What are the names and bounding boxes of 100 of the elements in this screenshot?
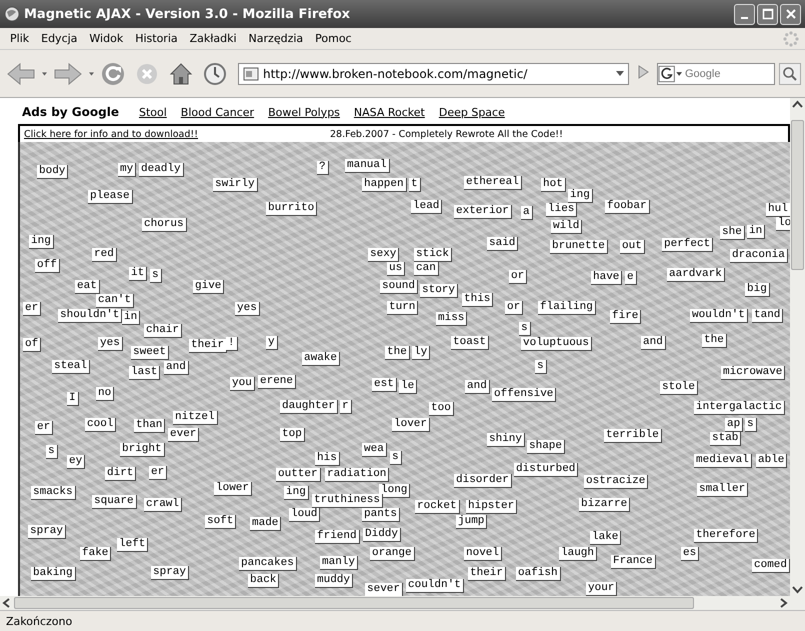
address-field[interactable]: http://www.broken-notebook.com/magnetic/ xyxy=(238,62,629,84)
word-magnet[interactable]: can't xyxy=(96,294,134,308)
word-magnet[interactable]: square xyxy=(92,495,137,509)
word-magnet[interactable]: and xyxy=(164,361,189,375)
word-magnet[interactable]: their xyxy=(468,567,506,581)
word-magnet[interactable]: ey xyxy=(67,455,86,469)
word-magnet[interactable]: ! xyxy=(226,337,238,351)
word-magnet[interactable]: terrible xyxy=(604,429,662,443)
word-magnet[interactable]: France xyxy=(611,555,656,569)
word-magnet[interactable]: the xyxy=(385,346,410,360)
word-magnet[interactable]: or xyxy=(509,270,528,284)
word-magnet[interactable]: top xyxy=(280,428,305,442)
word-magnet[interactable]: stab xyxy=(710,432,742,446)
word-magnet[interactable]: back xyxy=(248,574,280,588)
word-magnet[interactable]: intergalactic xyxy=(694,401,785,415)
word-magnet[interactable]: lies xyxy=(546,203,578,217)
word-magnet[interactable]: s xyxy=(745,418,757,432)
word-magnet[interactable]: hipster xyxy=(466,500,518,514)
word-magnet[interactable]: ever xyxy=(168,428,200,442)
word-magnet[interactable]: bizarre xyxy=(579,498,630,512)
word-magnet[interactable]: and xyxy=(465,380,490,394)
word-magnet[interactable]: baking xyxy=(31,567,76,581)
word-magnet[interactable]: s xyxy=(519,322,531,336)
word-magnet[interactable]: shouldn't xyxy=(58,309,122,323)
word-magnet[interactable]: hul xyxy=(766,203,790,217)
word-magnet[interactable]: outter xyxy=(276,468,321,482)
word-magnet[interactable]: deadly xyxy=(139,163,184,177)
word-magnet[interactable]: able xyxy=(756,454,788,468)
word-magnet[interactable]: muddy xyxy=(315,574,354,588)
word-magnet[interactable]: last xyxy=(129,366,160,380)
word-magnet[interactable]: shiny xyxy=(487,433,526,447)
word-magnet[interactable]: have xyxy=(591,271,622,285)
word-magnet[interactable]: no xyxy=(96,387,114,401)
word-magnet[interactable]: than xyxy=(134,419,166,433)
word-magnet[interactable]: radiation xyxy=(325,468,390,482)
word-magnet[interactable]: or xyxy=(505,301,524,315)
word-magnet[interactable]: ostracize xyxy=(584,475,648,489)
ad-link[interactable]: Stool xyxy=(138,106,167,118)
word-magnet[interactable]: chorus xyxy=(142,218,187,232)
word-magnet[interactable]: es xyxy=(681,547,700,561)
word-magnet[interactable]: swirly xyxy=(213,178,258,192)
word-magnet[interactable]: my xyxy=(118,163,136,177)
word-magnet[interactable]: ? xyxy=(317,161,329,175)
word-magnet[interactable]: stole xyxy=(660,381,698,395)
word-magnet[interactable]: your xyxy=(586,582,618,596)
word-magnet[interactable]: voluptuous xyxy=(521,337,592,351)
word-magnet[interactable]: therefore xyxy=(694,529,758,543)
word-magnet[interactable]: miss xyxy=(436,312,468,326)
word-magnet[interactable]: microwave xyxy=(721,366,786,380)
word-magnet[interactable]: wild xyxy=(551,220,582,234)
word-magnet[interactable]: disorder xyxy=(454,474,512,488)
word-magnet[interactable]: couldn't xyxy=(406,579,464,593)
word-magnet[interactable]: please xyxy=(88,190,133,204)
word-magnet[interactable]: laugh xyxy=(559,547,598,561)
word-magnet[interactable]: er xyxy=(23,302,42,316)
word-magnet[interactable]: body xyxy=(37,165,68,179)
word-magnet[interactable]: give xyxy=(193,280,224,294)
word-magnet[interactable]: fake xyxy=(80,547,112,561)
word-magnet[interactable]: ap xyxy=(725,418,744,432)
word-magnet[interactable]: lover xyxy=(392,418,430,432)
word-magnet[interactable]: medieval xyxy=(694,454,752,468)
word-magnet[interactable]: their xyxy=(189,339,228,353)
word-magnet[interactable]: manly xyxy=(320,556,358,570)
word-magnet[interactable]: est xyxy=(372,378,397,392)
word-magnet[interactable]: er xyxy=(35,421,54,435)
word-magnet[interactable]: chair xyxy=(144,324,182,338)
scroll-thumb[interactable] xyxy=(791,120,804,270)
word-magnet[interactable]: hot xyxy=(541,178,566,192)
word-magnet[interactable]: exterior xyxy=(454,205,512,219)
minimize-button[interactable] xyxy=(734,4,755,24)
word-magnet[interactable]: wea xyxy=(362,443,387,457)
word-magnet[interactable]: long xyxy=(379,484,410,498)
word-magnet[interactable]: in xyxy=(747,225,766,239)
word-magnet[interactable]: of xyxy=(23,338,42,352)
word-magnet[interactable]: er xyxy=(149,466,168,480)
word-magnet[interactable]: fire xyxy=(610,310,642,324)
word-magnet[interactable]: ing xyxy=(29,235,54,249)
word-magnet[interactable]: shape xyxy=(527,440,566,454)
menu-item[interactable]: Edycja xyxy=(37,30,86,47)
word-magnet[interactable]: s xyxy=(46,445,58,459)
word-magnet[interactable]: the xyxy=(702,334,727,348)
menu-item[interactable]: Historia xyxy=(131,30,186,47)
word-magnet[interactable]: foobar xyxy=(605,200,650,214)
word-magnet[interactable]: nitzel xyxy=(173,411,218,425)
ad-link[interactable]: Blood Cancer xyxy=(180,106,254,118)
word-magnet[interactable]: pancakes xyxy=(239,557,297,571)
dropdown-arrow-icon[interactable] xyxy=(616,71,624,76)
word-magnet[interactable]: this xyxy=(462,293,494,307)
word-magnet[interactable]: sweet xyxy=(131,346,170,360)
word-magnet[interactable]: daughter xyxy=(280,400,338,414)
word-magnet[interactable]: yes xyxy=(235,302,260,316)
close-button[interactable] xyxy=(780,4,801,24)
menu-item[interactable]: Narzędzia xyxy=(244,30,312,47)
word-magnet[interactable]: awake xyxy=(302,352,340,366)
word-magnet[interactable]: and xyxy=(641,336,666,350)
word-magnet[interactable]: you xyxy=(230,377,255,391)
word-magnet[interactable]: toast xyxy=(451,336,490,350)
word-magnet[interactable]: smacks xyxy=(31,486,76,500)
word-magnet[interactable]: e xyxy=(625,271,637,285)
word-magnet[interactable]: jump xyxy=(456,515,488,529)
